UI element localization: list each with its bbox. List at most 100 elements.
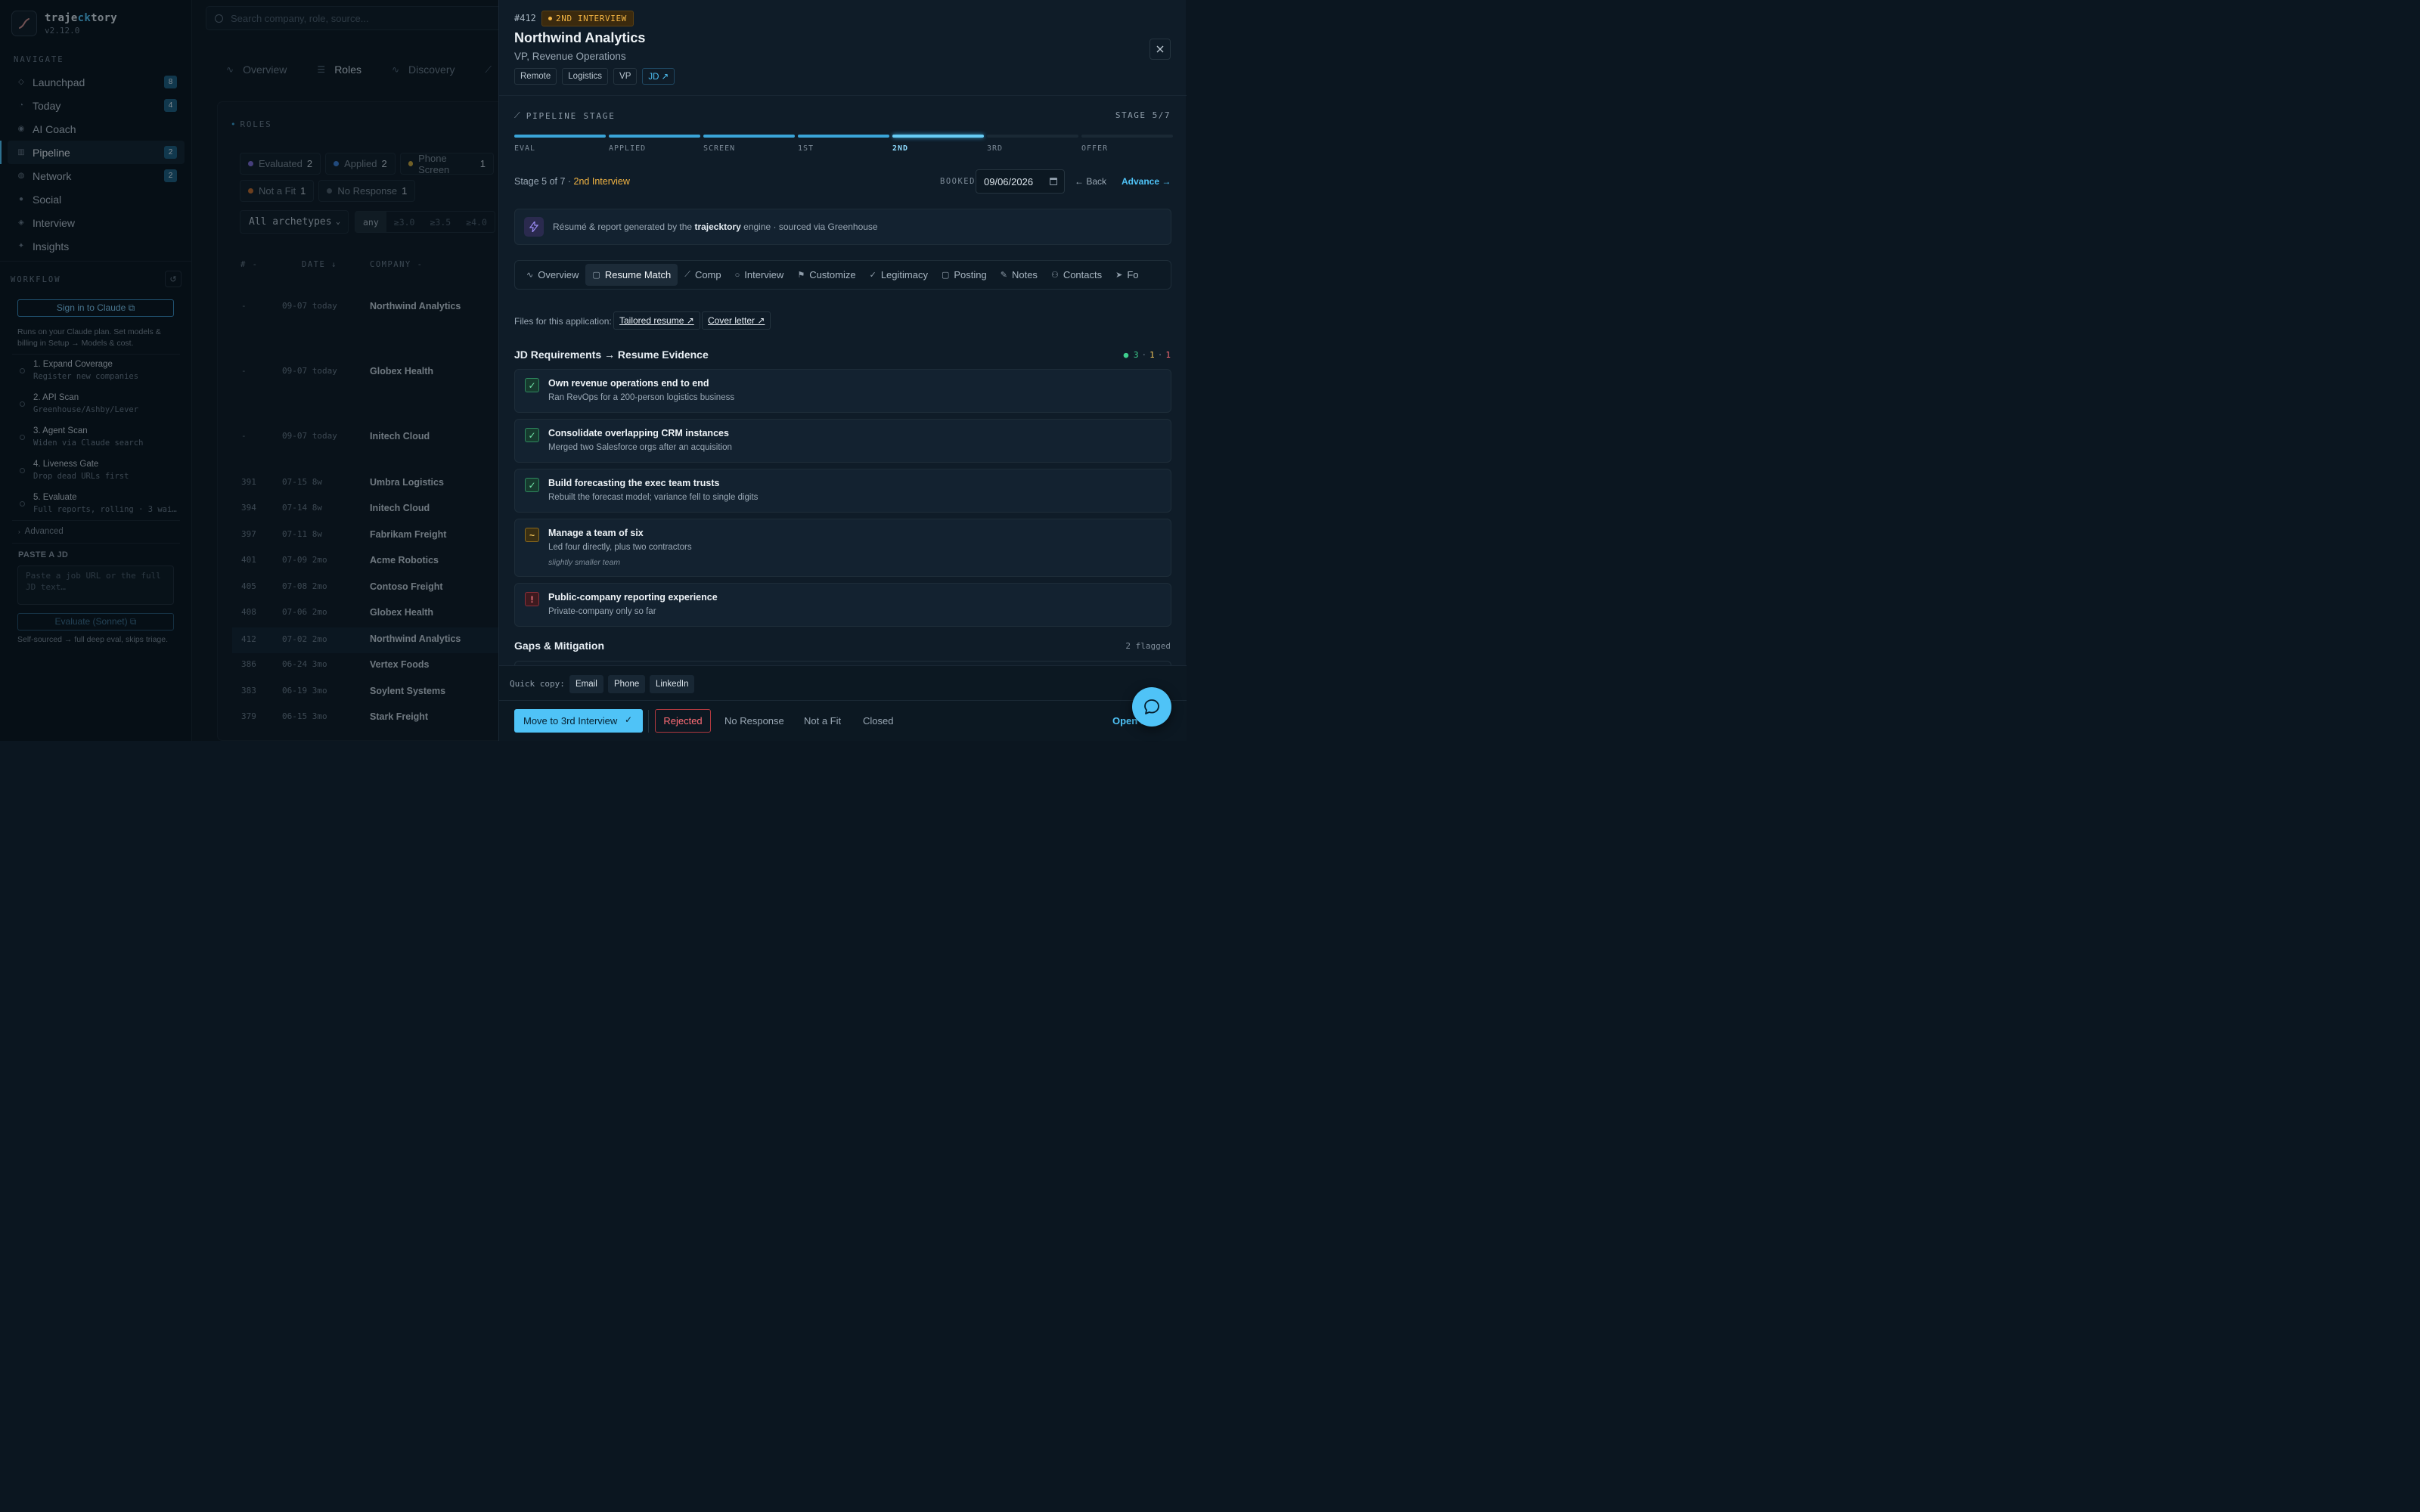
- calendar-icon: [1050, 178, 1057, 185]
- tab-label: Fo: [1127, 269, 1139, 280]
- check-icon: ✓: [624, 714, 632, 725]
- tab-label: Legitimacy: [880, 269, 928, 280]
- tab-comp[interactable]: ⟋ Comp: [678, 264, 728, 286]
- booked-date-value: 09/06/2026: [984, 175, 1034, 187]
- check-icon: ✓: [525, 478, 539, 492]
- requirement-evidence: Led four directly, plus two contractors: [548, 543, 692, 552]
- requirement-card: ✓ Consolidate overlapping CRM instances …: [514, 419, 1171, 463]
- move-stage-label: Move to 3rd Interview: [523, 715, 618, 727]
- send-icon: ➤: [1115, 271, 1123, 280]
- move-stage-button[interactable]: Move to 3rd Interview ✓: [514, 709, 643, 733]
- booked-date-input[interactable]: 09/06/2026: [976, 169, 1065, 194]
- not-a-fit-button[interactable]: Not a Fit: [804, 715, 841, 727]
- gap-count: 1: [1165, 350, 1171, 360]
- tab-label: Customize: [809, 269, 856, 280]
- requirement-card: ~ Manage a team of six Led four directly…: [514, 519, 1171, 577]
- people-icon: ⚇: [1050, 271, 1059, 280]
- flag-icon: ⚑: [797, 271, 805, 280]
- requirement-title: Build forecasting the exec team trusts: [548, 478, 720, 488]
- pipeline-stage-name: APPLIED: [609, 144, 647, 153]
- action-footer: Move to 3rd Interview ✓ Rejected No Respo…: [499, 700, 1187, 741]
- stage-summary: Stage 5 of 7 · 2nd Interview: [514, 176, 630, 187]
- tab-customize[interactable]: ⚑ Customize: [790, 264, 862, 286]
- trend-icon: ⟋: [684, 270, 690, 279]
- application-drawer: #412 2ND INTERVIEW Northwind Analytics V…: [498, 0, 1187, 741]
- jd-link[interactable]: JD ↗: [642, 68, 675, 85]
- booked-label: BOOKED: [940, 177, 976, 186]
- tab-posting[interactable]: ▢ Posting: [935, 264, 994, 286]
- pipeline-segment[interactable]: [609, 135, 700, 138]
- tab-interview[interactable]: ○ Interview: [728, 264, 791, 286]
- requirement-note: slightly smaller team: [548, 558, 621, 567]
- tab-label: Comp: [694, 269, 721, 280]
- pipeline-stage-name: OFFER: [1081, 144, 1109, 153]
- copy-email-button[interactable]: Email: [569, 675, 603, 693]
- application-id: #412: [514, 13, 536, 23]
- chat-fab-button[interactable]: [1132, 687, 1171, 727]
- copy-phone-button[interactable]: Phone: [608, 675, 646, 693]
- tag: Remote: [514, 68, 557, 85]
- warning-icon: !: [525, 592, 539, 606]
- role-title: VP, Revenue Operations: [514, 51, 626, 62]
- tag-list: Remote Logistics VP JD ↗: [514, 68, 680, 85]
- no-response-button[interactable]: No Response: [724, 715, 784, 727]
- tab-overview[interactable]: ∿ Overview: [520, 264, 585, 286]
- quick-copy-bar: Quick copy: Email Phone LinkedIn: [499, 665, 1187, 700]
- tab-label: Overview: [538, 269, 579, 280]
- detail-tabs: ∿ Overview ▢ Resume Match ⟋ Comp ○ Interview…: [514, 260, 1171, 290]
- gaps-count: 2 flagged: [1125, 641, 1171, 651]
- tab-notes[interactable]: ✎ Notes: [994, 264, 1044, 286]
- engine-banner: Résumé & report generated by the trajeck…: [514, 209, 1171, 245]
- briefcase-icon: ▢: [941, 271, 950, 280]
- requirement-title: Consolidate overlapping CRM instances: [548, 428, 729, 438]
- tab-legitimacy[interactable]: ✓ Legitimacy: [863, 264, 935, 286]
- requirement-title: Manage a team of six: [548, 528, 644, 538]
- partial-count: 1: [1150, 350, 1155, 360]
- requirement-title: Public-company reporting experience: [548, 592, 718, 603]
- cover-letter-link[interactable]: Cover letter ↗: [702, 311, 771, 330]
- pipeline-segment[interactable]: [703, 135, 795, 138]
- divider: [648, 710, 649, 733]
- copy-linkedin-button[interactable]: LinkedIn: [650, 675, 695, 693]
- tab-follow-up[interactable]: ➤ Fo: [1109, 264, 1145, 286]
- modal-backdrop[interactable]: [0, 0, 498, 741]
- pipeline-segment[interactable]: [1081, 135, 1173, 138]
- stage-count: STAGE 5/7: [1115, 110, 1171, 120]
- requirement-evidence: Rebuilt the forecast model; variance fel…: [548, 493, 759, 502]
- gaps-title: Gaps & Mitigation: [514, 640, 604, 652]
- rejected-button[interactable]: Rejected: [655, 709, 711, 733]
- tab-contacts[interactable]: ⚇ Contacts: [1044, 264, 1109, 286]
- advance-button[interactable]: Advance →: [1122, 176, 1171, 187]
- pipeline-segment[interactable]: [798, 135, 889, 138]
- separator: ·: [1157, 350, 1163, 360]
- tab-resume-match[interactable]: ▢ Resume Match: [585, 264, 678, 286]
- pipeline-stage-name: 3RD: [987, 144, 1004, 153]
- requirement-evidence: Ran RevOps for a 200-person logistics bu…: [548, 393, 735, 402]
- pipeline-segment[interactable]: [892, 135, 984, 138]
- separator: ·: [1141, 350, 1147, 360]
- requirement-title: Own revenue operations end to end: [548, 378, 709, 389]
- pipeline-stage-name: 2ND: [892, 144, 909, 153]
- pipeline-segment[interactable]: [987, 135, 1078, 138]
- check-icon: ✓: [525, 428, 539, 442]
- briefcase-icon: ▢: [592, 271, 600, 280]
- requirement-card: ✓ Build forecasting the exec team trusts…: [514, 469, 1171, 513]
- requirement-evidence: Merged two Salesforce orgs after an acqu…: [548, 443, 732, 452]
- close-icon: [1156, 45, 1164, 53]
- tab-label: Contacts: [1063, 269, 1103, 280]
- tailored-resume-link[interactable]: Tailored resume ↗: [613, 311, 700, 330]
- quick-copy-label: Quick copy:: [510, 679, 565, 689]
- trend-icon: ⟋: [514, 110, 520, 120]
- chat-icon: ○: [734, 270, 740, 280]
- requirements-tally: ● 3 · 1 · 1: [1124, 350, 1171, 360]
- company-title: Northwind Analytics: [514, 30, 646, 45]
- requirement-card: ! Public-company reporting experience Pr…: [514, 583, 1171, 627]
- tag: Logistics: [562, 68, 609, 85]
- closed-button[interactable]: Closed: [863, 715, 893, 727]
- close-button[interactable]: [1150, 39, 1171, 60]
- requirement-evidence: Private-company only so far: [548, 607, 656, 616]
- pipeline-stage-name: SCREEN: [703, 144, 736, 153]
- back-button[interactable]: ← Back: [1075, 176, 1106, 187]
- pipeline-segment[interactable]: [514, 135, 606, 138]
- tab-label: Notes: [1011, 269, 1038, 280]
